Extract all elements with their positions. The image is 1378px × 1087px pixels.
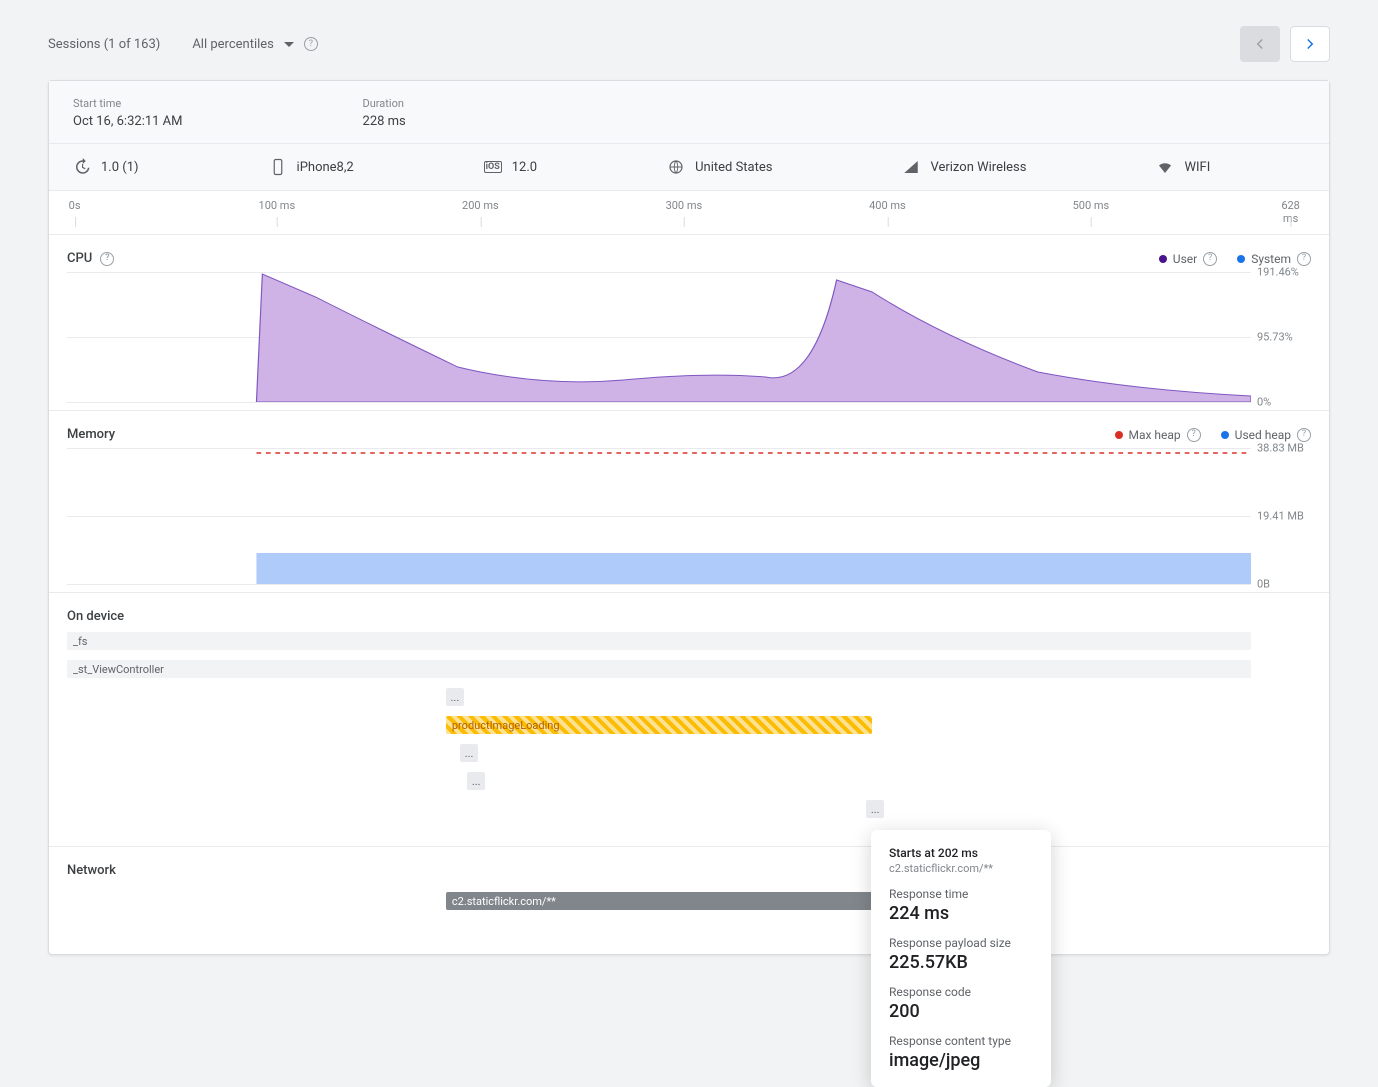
device-row: 1.0 (1) iPhone8,2 iOS 12.0 United States…	[49, 144, 1329, 191]
legend-dot-usedheap	[1221, 431, 1229, 439]
tick: 100 ms	[259, 199, 296, 212]
start-time-label: Start time	[73, 97, 183, 110]
tooltip-size-label: Response payload size	[889, 936, 1033, 950]
timeline-ruler: 0s 100 ms 200 ms 300 ms 400 ms 500 ms 62…	[49, 191, 1329, 235]
cpu-title: CPU	[67, 251, 92, 266]
ios-icon: iOS	[484, 161, 502, 173]
next-button[interactable]	[1290, 26, 1330, 62]
os-version: 12.0	[512, 160, 537, 175]
legend-dot-user	[1159, 255, 1167, 263]
tooltip-url: c2.staticflickr.com/**	[889, 862, 1033, 875]
device-model: iPhone8,2	[297, 160, 354, 175]
help-icon[interactable]: ?	[304, 37, 318, 51]
axis-label: 38.83 MB	[1257, 442, 1309, 455]
network-title: Network	[67, 863, 116, 878]
tooltip-code-value: 200	[889, 1001, 1033, 1022]
axis-label: 19.41 MB	[1257, 510, 1309, 523]
app-version: 1.0 (1)	[101, 160, 139, 175]
tick: 500 ms	[1073, 199, 1110, 212]
cpu-section: CPU ? User? System? 191.46% 95.73% 0%	[49, 235, 1329, 411]
tooltip-rt-label: Response time	[889, 887, 1033, 901]
axis-label: 191.46%	[1257, 266, 1309, 279]
trace-small[interactable]: ...	[460, 744, 478, 762]
tooltip-rt-value: 224 ms	[889, 903, 1033, 924]
globe-icon	[667, 158, 685, 176]
legend-maxheap: Max heap	[1129, 428, 1181, 442]
axis-label: 0%	[1257, 396, 1309, 409]
country: United States	[695, 160, 772, 175]
trace-small[interactable]: ...	[446, 688, 464, 706]
legend-dot-system	[1237, 255, 1245, 263]
help-icon[interactable]: ?	[1203, 252, 1217, 266]
duration-value: 228 ms	[363, 114, 406, 129]
tick: 300 ms	[666, 199, 703, 212]
help-icon[interactable]: ?	[100, 252, 114, 266]
carrier: Verizon Wireless	[930, 160, 1026, 175]
trace-fs[interactable]: _fs	[67, 632, 1251, 650]
axis-label: 0B	[1257, 578, 1309, 591]
memory-area-plot	[67, 448, 1251, 584]
tick: 200 ms	[462, 199, 499, 212]
legend-system: System	[1251, 252, 1291, 266]
chevron-left-icon	[1251, 35, 1269, 53]
trace-product-image[interactable]: productImageLoading	[446, 716, 872, 734]
memory-section: Memory Max heap? Used heap? 38.83 MB 19.…	[49, 411, 1329, 593]
tooltip-code-label: Response code	[889, 985, 1033, 999]
meta-row: Start time Oct 16, 6:32:11 AM Duration 2…	[49, 81, 1329, 144]
ondevice-title: On device	[67, 609, 124, 624]
tooltip-ct-value: image/jpeg	[889, 1050, 1033, 1071]
memory-title: Memory	[67, 427, 115, 442]
chevron-right-icon	[1301, 35, 1319, 53]
tooltip-starts-at: Starts at 202 ms	[889, 846, 1033, 860]
session-card: Start time Oct 16, 6:32:11 AM Duration 2…	[48, 80, 1330, 955]
top-bar: Sessions (1 of 163) All percentiles ?	[48, 20, 1330, 80]
wifi-icon	[1156, 158, 1174, 176]
tick: 0s	[69, 199, 81, 212]
sessions-counter: Sessions (1 of 163)	[48, 37, 160, 52]
help-icon[interactable]: ?	[1297, 428, 1311, 442]
memory-chart[interactable]: 38.83 MB 19.41 MB 0B	[67, 448, 1251, 584]
percentiles-dropdown[interactable]: All percentiles ?	[192, 37, 318, 52]
start-time-value: Oct 16, 6:32:11 AM	[73, 114, 183, 129]
help-icon[interactable]: ?	[1187, 428, 1201, 442]
trace-network-request[interactable]: c2.staticflickr.com/**	[446, 892, 872, 910]
network-tooltip: Starts at 202 ms c2.staticflickr.com/** …	[871, 830, 1051, 1087]
ondevice-section: On device _fs _st_ViewController ... pro…	[49, 593, 1329, 847]
cpu-chart[interactable]: 191.46% 95.73% 0%	[67, 272, 1251, 402]
legend-dot-maxheap	[1115, 431, 1123, 439]
chevron-down-icon	[284, 42, 294, 47]
trace-st-viewcontroller[interactable]: _st_ViewController	[67, 660, 1251, 678]
legend-user: User	[1173, 252, 1197, 266]
duration-label: Duration	[363, 97, 406, 110]
trace-small[interactable]: ...	[467, 772, 485, 790]
axis-label: 95.73%	[1257, 331, 1309, 344]
phone-icon	[269, 158, 287, 176]
trace-small[interactable]: ...	[866, 800, 884, 818]
percentiles-label: All percentiles	[192, 37, 274, 52]
tick: 400 ms	[869, 199, 906, 212]
prev-button	[1240, 26, 1280, 62]
tick: 628 ms	[1278, 199, 1304, 225]
cpu-area-plot	[67, 272, 1251, 402]
history-icon	[73, 158, 91, 176]
connection: WIFI	[1184, 160, 1210, 175]
legend-usedheap: Used heap	[1235, 428, 1291, 442]
tooltip-size-value: 225.57KB	[889, 952, 1033, 973]
tooltip-ct-label: Response content type	[889, 1034, 1033, 1048]
help-icon[interactable]: ?	[1297, 252, 1311, 266]
network-section: Network c2.staticflickr.com/** Starts at…	[49, 847, 1329, 954]
signal-icon	[902, 158, 920, 176]
